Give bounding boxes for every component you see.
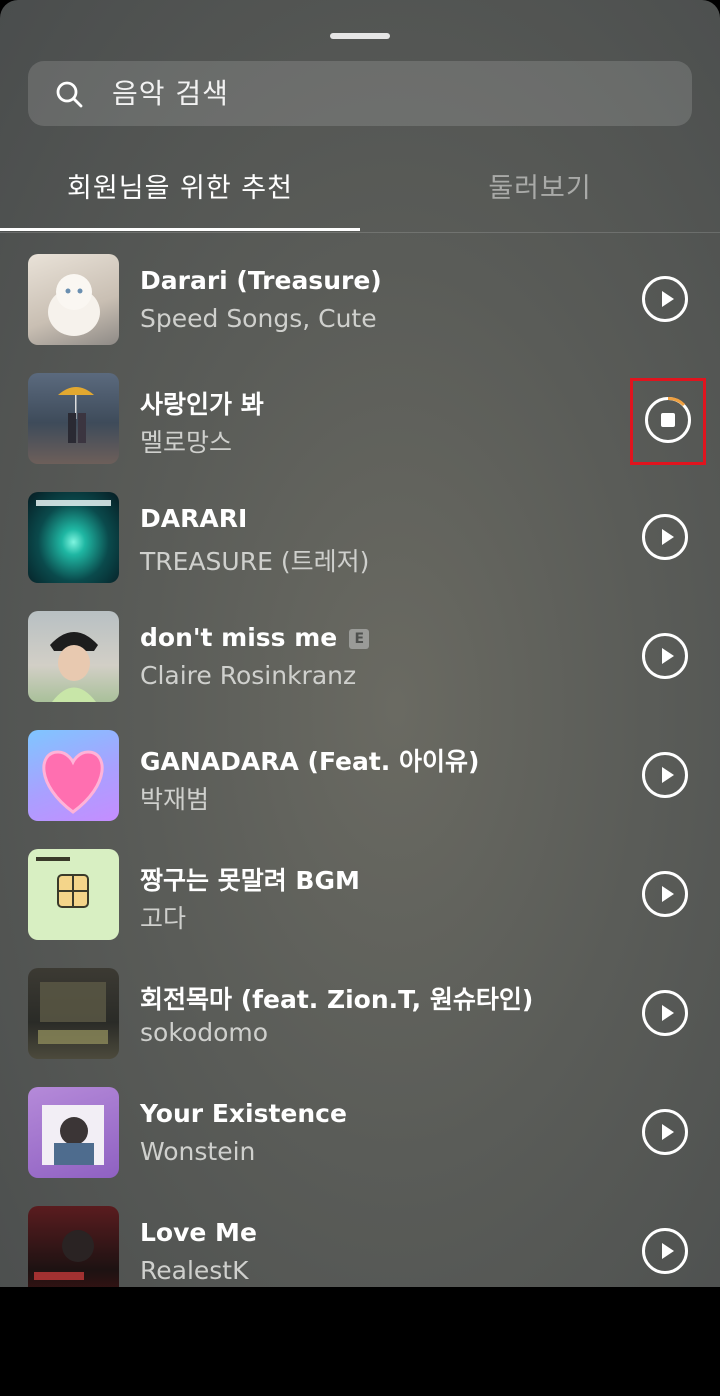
active-tab-indicator: [0, 228, 360, 231]
tab-recommended[interactable]: 회원님을 위한 추천: [0, 150, 360, 232]
search-placeholder: 음악 검색: [112, 77, 229, 110]
stop-button[interactable]: [645, 397, 691, 443]
play-button[interactable]: [642, 1228, 688, 1274]
song-title: DARARI: [140, 504, 248, 533]
highlight-box: [630, 378, 706, 465]
song-title: don't miss me E: [140, 623, 370, 652]
tab-browse[interactable]: 둘러보기: [360, 150, 720, 232]
song-artist: 박재범: [140, 785, 210, 814]
album-art: [28, 730, 119, 821]
play-button[interactable]: [642, 276, 688, 322]
play-button[interactable]: [642, 1109, 688, 1155]
list-item[interactable]: DARARI TREASURE (트레저): [0, 478, 720, 597]
list-item[interactable]: Darari (Treasure) Speed Songs, Cute: [0, 240, 720, 359]
list-item[interactable]: 짱구는 못말려 BGM 고다: [0, 835, 720, 954]
song-artist: sokodomo: [140, 1018, 269, 1047]
album-art: [28, 254, 119, 345]
song-artist: Wonstein: [140, 1137, 256, 1166]
song-title: 짱구는 못말려 BGM: [140, 866, 360, 895]
song-title: Your Existence: [140, 1099, 347, 1128]
play-button[interactable]: [642, 990, 688, 1036]
album-art: [28, 1087, 119, 1178]
album-art: [28, 1206, 119, 1287]
search-icon: [56, 81, 83, 108]
music-picker-sheet: 음악 검색 회원님을 위한 추천 둘러보기 Darari (Treasure) …: [0, 0, 720, 1287]
song-artist: 멜로망스: [140, 428, 233, 457]
album-art: [28, 849, 119, 940]
song-title: Darari (Treasure): [140, 266, 382, 295]
navigation-bar-area: [0, 1287, 720, 1396]
play-button[interactable]: [642, 871, 688, 917]
list-item[interactable]: 회전목마 (feat. Zion.T, 원슈타인) sokodomo: [0, 954, 720, 1073]
song-title: 회전목마 (feat. Zion.T, 원슈타인): [140, 985, 534, 1014]
album-art: [28, 492, 119, 583]
song-artist: RealestK: [140, 1256, 249, 1285]
song-artist: TREASURE (트레저): [140, 547, 370, 576]
album-art: [28, 373, 119, 464]
song-title: 사랑인가 봐: [140, 390, 264, 419]
play-button[interactable]: [642, 752, 688, 798]
explicit-badge: E: [349, 629, 370, 649]
tab-bar: 회원님을 위한 추천 둘러보기: [0, 150, 720, 233]
list-item[interactable]: Your Existence Wonstein: [0, 1073, 720, 1192]
album-art: [28, 611, 119, 702]
list-item[interactable]: GANADARA (Feat. 아이유) 박재범: [0, 716, 720, 835]
play-button[interactable]: [642, 514, 688, 560]
search-field[interactable]: 음악 검색: [28, 61, 692, 126]
song-artist: Speed Songs, Cute: [140, 304, 377, 333]
song-title: GANADARA (Feat. 아이유): [140, 747, 480, 776]
stop-icon: [661, 413, 675, 427]
album-art: [28, 968, 119, 1059]
song-title: Love Me: [140, 1218, 257, 1247]
list-item[interactable]: don't miss me E Claire Rosinkranz: [0, 597, 720, 716]
song-artist: 고다: [140, 904, 187, 933]
list-item[interactable]: 사랑인가 봐 멜로망스: [0, 359, 720, 478]
song-artist: Claire Rosinkranz: [140, 661, 357, 690]
drag-handle[interactable]: [330, 33, 390, 39]
song-title-text: don't miss me: [140, 623, 338, 652]
play-button[interactable]: [642, 633, 688, 679]
list-item[interactable]: Love Me RealestK: [0, 1192, 720, 1287]
